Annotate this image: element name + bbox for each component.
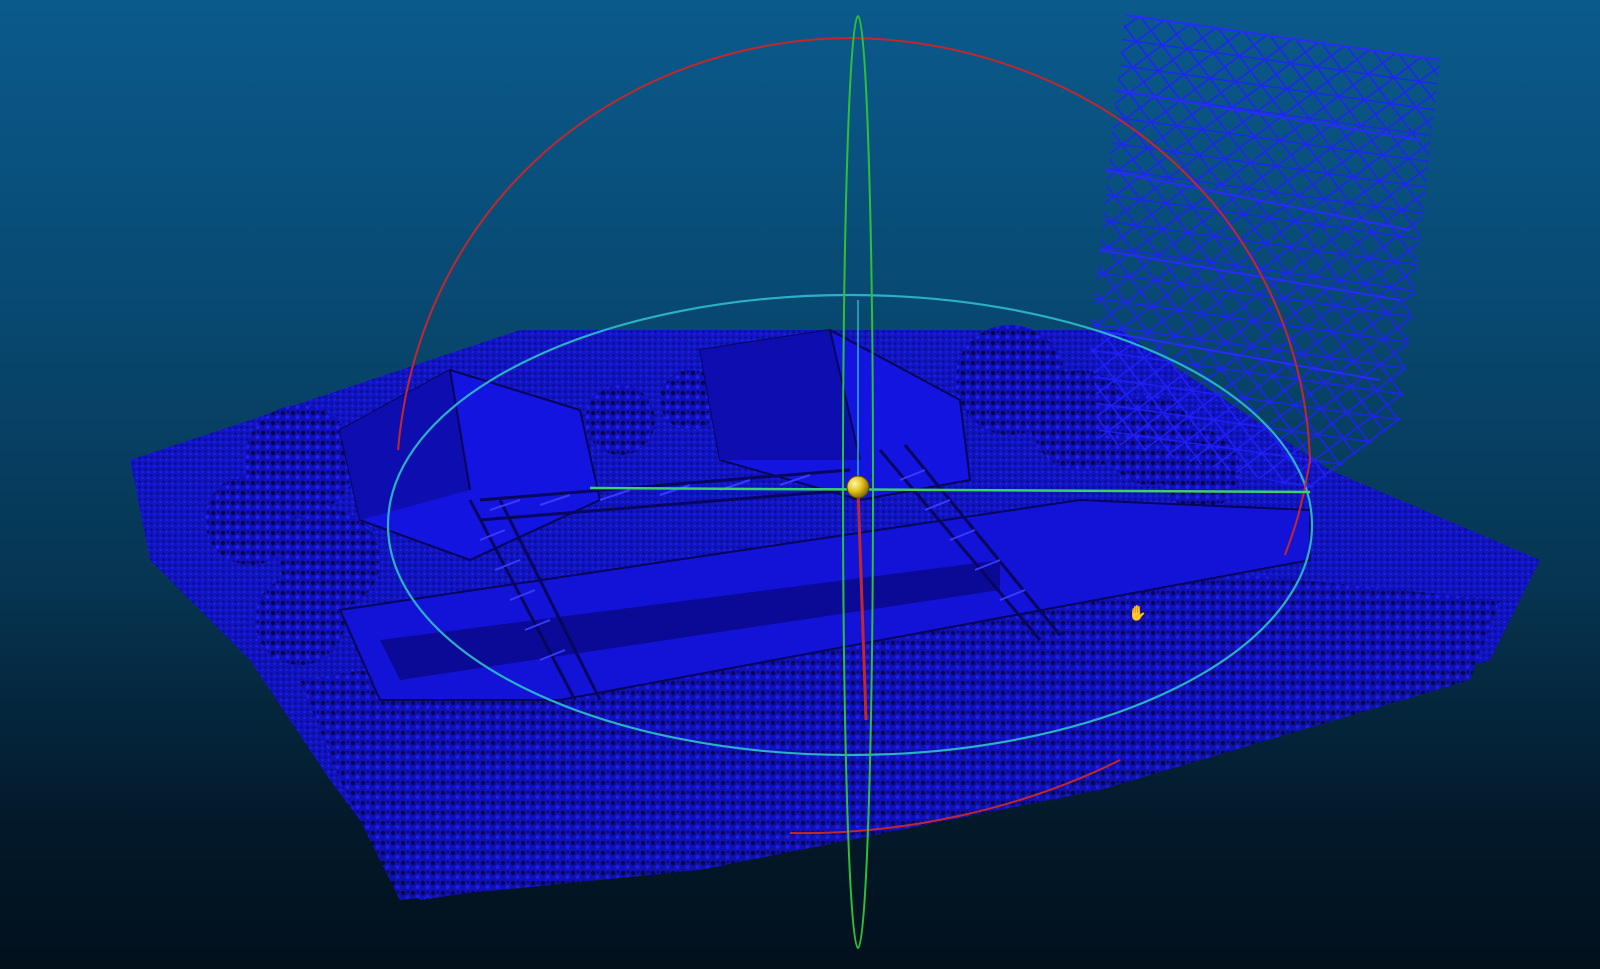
3d-viewport[interactable]: ✋ xyxy=(0,0,1600,969)
cooling-tower xyxy=(1090,14,1441,490)
point-cloud-scene[interactable] xyxy=(0,0,1600,969)
rotation-center-icon[interactable] xyxy=(846,475,870,499)
